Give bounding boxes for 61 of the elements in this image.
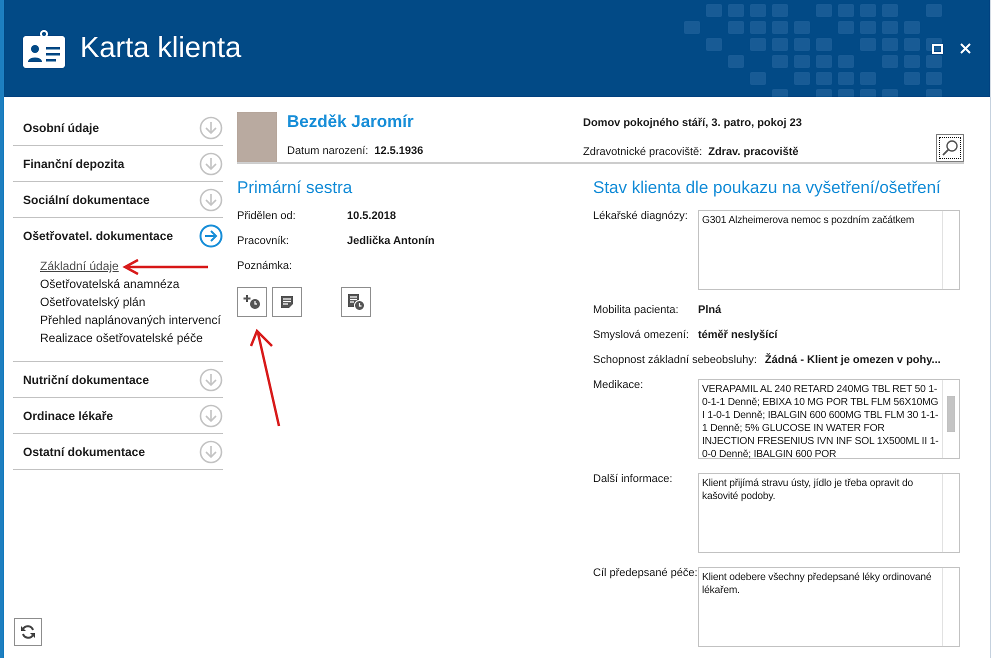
field-label: Smyslová omezení: [593,329,690,343]
client-name: Bezděk Jaromír [287,112,415,132]
field-value: Žádná - Klient je omezen v pohy... [764,354,941,368]
section-title: Primární sestra [237,178,354,198]
id-card-icon [22,28,66,68]
sidebar-link[interactable]: Ošetřovatelský plán [40,293,146,311]
arrow-right-circle-icon [199,224,223,248]
field-label: Cíl předepsané péče: [593,567,698,581]
field-label: Zdravotnické pracoviště: [583,146,702,158]
field-value: Zdrav. pracoviště [708,146,798,158]
arrow-down-circle-icon [199,440,223,464]
field-value: 10.5.2018 [347,210,396,222]
field-label: Poznámka: [237,260,294,272]
refresh-icon [20,624,36,640]
field-label: Schopnost základní sebeobsluhy: [593,354,757,368]
text-area[interactable]: G301 Alzheimerova nemoc s pozdním začátkem [698,210,960,290]
arrow-down-circle-icon [199,368,223,392]
field-value: 12.5.1936 [374,145,424,157]
sidebar-section[interactable]: Sociální dokumentace [13,182,223,217]
arrow-down-circle-icon [199,116,223,140]
sidebar-section[interactable]: Ostatní dokumentace [13,434,223,469]
search-icon [941,139,959,157]
arrow-down-circle-icon [199,152,223,176]
field-label: Lékařské diagnózy: [593,210,689,224]
text-area[interactable]: Klient odebere všechny předepsané léky ordinované lékařem. [698,567,960,647]
sidebar-link[interactable]: Realizace ošetřovatelské péče [40,329,203,347]
field-label: Mobilita pacienta: [593,304,680,318]
refresh-button[interactable] [14,618,42,646]
photo-placeholder [237,112,277,162]
maximize-button[interactable] [930,42,944,56]
sidebar-link[interactable]: Přehled naplánovaných intervencí [40,311,221,329]
arrow-down-circle-icon [199,404,223,428]
field-label: Další informace: [593,473,674,487]
field-label: Přidělen od: [237,210,297,222]
arrow-down-circle-icon [199,188,223,212]
sidebar-section[interactable]: Ordinace lékaře [13,398,223,433]
sidebar-link[interactable]: Ošetřovatelská anamnéza [40,275,180,293]
field-value: téměř neslyšící [698,329,778,343]
sidebar-section[interactable]: Finanční depozita [13,146,223,181]
schedule-list-button[interactable] [341,287,371,317]
client-address: Domov pokojného stáří, 3. patro, pokoj 23 [583,117,803,129]
field-label: Pracovník: [237,235,290,247]
text-area[interactable]: VERAPAMIL AL 240 RETARD 240MG TBL RET 50 1-0-1-1 Denně; EBIXA 10 MG POR TBL FLM 56X10MG I 1-0-1 Denně; IBALGIN 600 600MG TBL FLM 30 1-1-1 Denně; 5% GLUCOSE IN WATER FOR INJECTION FRESENIUS IVN INF SOL 1X500ML II 1-0-0 Denně; IBALGIN 600 POR [698,379,960,459]
field-label: Medikace: [593,379,644,393]
sidebar-section[interactable]: Osobní údaje [13,110,223,145]
field-value: Plná [698,304,722,318]
field-label: Datum narození: [287,145,368,157]
window-title: Karta klienta [80,32,242,65]
document-lines-icon [280,295,294,309]
sidebar-link[interactable]: Základní údaje [40,257,119,275]
sidebar-section[interactable]: Ošetřovatel. dokumentace [13,218,223,253]
text-area[interactable]: Klient přijímá stravu ústy, jídlo je třeba opravit do kašovité podoby. [698,473,960,553]
close-button[interactable] [958,42,972,56]
document-clock-icon [347,293,365,311]
sidebar-section[interactable]: Nutriční dokumentace [13,362,223,397]
notes-button[interactable] [272,287,302,317]
add-schedule-button[interactable] [237,287,267,317]
plus-clock-icon [243,294,261,310]
section-title: Stav klienta dle poukazu na vyšetření/ošetření [593,178,942,198]
field-value: Jedlička Antonín [347,235,435,247]
search-button[interactable] [936,134,964,162]
